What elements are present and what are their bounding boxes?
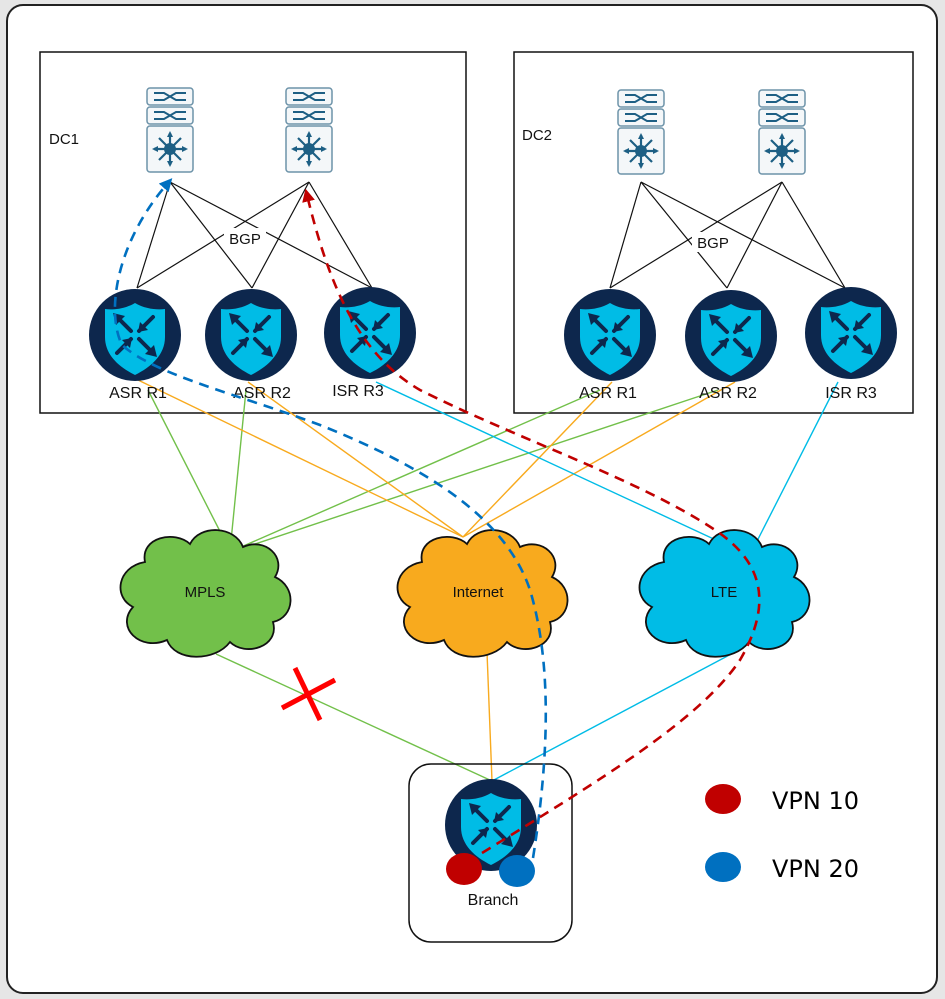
branch-vpn20-marker bbox=[499, 855, 535, 887]
dc1-isr-r3-icon[interactable] bbox=[322, 285, 418, 381]
dc1-router-label: ISR R3 bbox=[332, 383, 384, 400]
legend-vpn10-label: VPN 10 bbox=[772, 787, 859, 815]
branch-vpn10-marker bbox=[446, 853, 482, 885]
dc2-core-switch-1-icon[interactable] bbox=[616, 88, 666, 176]
internet-cloud[interactable]: Internet bbox=[396, 529, 569, 658]
lte-cloud-label: LTE bbox=[711, 584, 737, 601]
dc2-core-switch-2-icon[interactable] bbox=[757, 88, 807, 176]
dc1-router-label: ASR R2 bbox=[233, 385, 291, 402]
network-diagram: DC1 DC2 BGP BGP ASR R1 ASR R2 ISR R3 ASR… bbox=[6, 4, 938, 994]
internet-cloud-label: Internet bbox=[453, 584, 505, 601]
dc1-router-label: ASR R1 bbox=[109, 385, 167, 402]
dc2-bgp-label: BGP bbox=[697, 235, 729, 252]
dc1-core-switch-2-icon[interactable] bbox=[284, 86, 334, 174]
legend-vpn20-label: VPN 20 bbox=[772, 855, 859, 883]
lte-cloud[interactable]: LTE bbox=[638, 529, 811, 658]
dc2-label: DC2 bbox=[522, 127, 552, 144]
dc2-asr-r1-icon[interactable] bbox=[562, 287, 658, 383]
dc1-core-switch-1-icon[interactable] bbox=[145, 86, 195, 174]
dc1-asr-r1-icon[interactable] bbox=[87, 287, 183, 383]
dc2-router-label: ASR R1 bbox=[579, 385, 637, 402]
legend-vpn20-swatch bbox=[705, 852, 741, 882]
mpls-cloud[interactable]: MPLS bbox=[119, 529, 292, 658]
dc2-asr-r2-icon[interactable] bbox=[683, 288, 779, 384]
dc1-asr-r2-icon[interactable] bbox=[203, 287, 299, 383]
legend-vpn10-swatch bbox=[705, 784, 741, 814]
dc2-isr-r3-icon[interactable] bbox=[803, 285, 899, 381]
branch-label: Branch bbox=[468, 892, 519, 909]
dc2-router-label: ISR R3 bbox=[825, 385, 877, 402]
dc1-bgp-label: BGP bbox=[229, 231, 261, 248]
dc2-router-label: ASR R2 bbox=[699, 385, 757, 402]
dc1-label: DC1 bbox=[49, 131, 79, 148]
mpls-cloud-label: MPLS bbox=[185, 584, 226, 601]
